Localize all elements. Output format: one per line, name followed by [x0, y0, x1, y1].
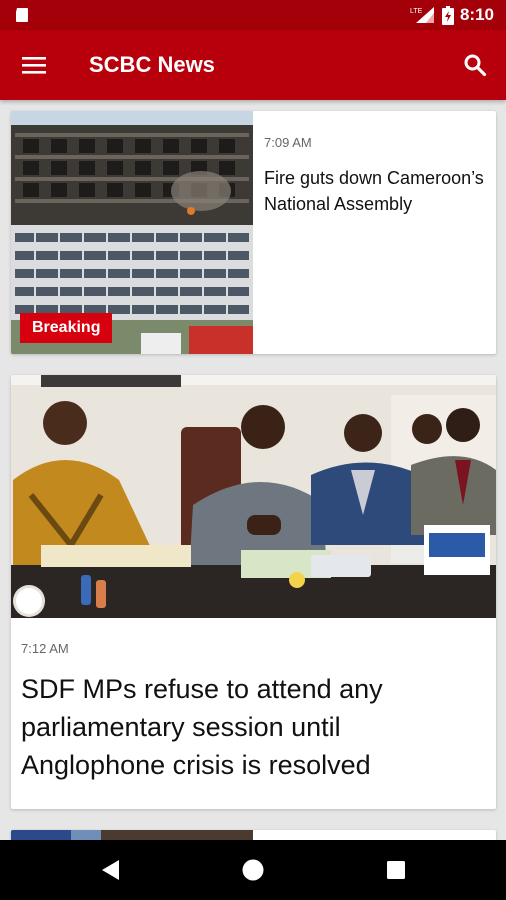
app-bar: SCBC News — [0, 30, 506, 100]
article-card-fire[interactable]: Breaking 7:09 AM Fire guts down Cameroon… — [11, 111, 496, 354]
lte-signal-icon: LTE — [410, 7, 434, 23]
news-feed[interactable]: Breaking 7:09 AM Fire guts down Cameroon… — [0, 100, 506, 840]
officials-at-desk-photo — [11, 375, 496, 618]
article-headline[interactable]: SDF MPs refuse to attend any parliamenta… — [21, 670, 486, 784]
breaking-badge: Breaking — [20, 313, 113, 343]
search-button[interactable] — [458, 48, 492, 82]
article-time: 7:12 AM — [21, 641, 69, 656]
back-button[interactable] — [92, 852, 128, 888]
article-headline[interactable]: Fire guts down Cameroon’s National Assem… — [264, 165, 484, 217]
search-icon — [464, 54, 487, 77]
status-bar: LTE 8:10 — [0, 0, 506, 30]
lte-label: LTE — [410, 8, 423, 15]
article-card-sdf[interactable]: 7:12 AM SDF MPs refuse to attend any par… — [11, 375, 496, 809]
recents-button[interactable] — [378, 852, 414, 888]
menu-button[interactable] — [16, 48, 52, 82]
home-icon — [242, 859, 264, 881]
navigation-bar — [0, 840, 506, 900]
article-card-partial[interactable] — [11, 830, 496, 840]
back-icon — [102, 860, 119, 880]
article-thumbnail — [11, 830, 253, 840]
recents-icon — [387, 861, 405, 879]
battery-icon — [441, 5, 454, 25]
menu-icon — [22, 57, 46, 74]
notification-icon — [16, 8, 28, 22]
app-title: SCBC News — [89, 52, 215, 77]
clock: 8:10 — [459, 5, 494, 24]
article-time: 7:09 AM — [264, 135, 312, 150]
home-button[interactable] — [235, 852, 271, 888]
